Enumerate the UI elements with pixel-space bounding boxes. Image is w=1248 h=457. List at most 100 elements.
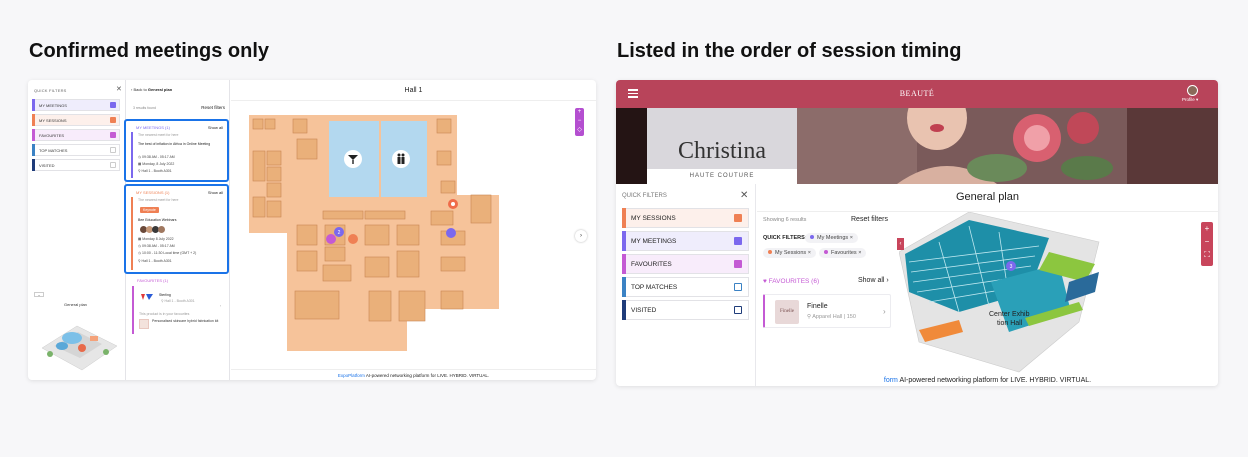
show-all-link[interactable]: Show all (208, 190, 223, 195)
favourites-title: ♥ FAVOURITES (6) (763, 278, 820, 285)
meeting-time-text: 09:38 AM - 05:17 AM (142, 155, 175, 159)
chevron-right-icon[interactable]: › (220, 304, 221, 308)
zoom-controls[interactable]: + − ◇ (575, 108, 584, 136)
finelle-logo: Finelle (775, 300, 799, 324)
chip-label: My Sessions (775, 250, 807, 256)
filter-label: TOP MATCHES (39, 147, 68, 153)
right-heading: Listed in the order of session timing (617, 40, 962, 62)
meeting-date: ▦ Monday, 8 July 2022 (138, 162, 175, 166)
checkbox-checked-icon[interactable] (734, 214, 742, 222)
filter-label: MY SESSIONS (39, 117, 67, 123)
favourite-note: This product is in your favourites (139, 312, 190, 316)
filter-visited[interactable]: VISITED (32, 159, 120, 171)
results-list: ‹ Back to General plan 3 results found R… (124, 80, 230, 380)
reset-filters-button[interactable]: Reset filters (851, 216, 888, 223)
profile-label: Profile (1182, 97, 1195, 102)
filter-top-matches[interactable]: TOP MATCHES (622, 277, 749, 297)
quick-filters-title: QUICK FILTERS (34, 88, 67, 93)
brand-logo[interactable]: BEAUTÉ (616, 89, 1218, 98)
filter-my-meetings[interactable]: MY MEETINGS (622, 231, 749, 251)
top-app-bar: BEAUTÉ Profile ▾ (616, 80, 1218, 108)
chevron-right-icon[interactable]: › (575, 230, 587, 242)
filter-label: FAVOURITES (39, 132, 65, 138)
filter-favourites[interactable]: FAVOURITES (622, 254, 749, 274)
general-plan-title: General plan (956, 191, 1019, 203)
filter-label: VISITED (631, 306, 657, 314)
hall-map-area: Hall 1 2 + − ◇ › ExpoPlatform AI-powered… (231, 80, 596, 380)
hall-title: Hall 1 (404, 87, 423, 94)
hall-floor-plan[interactable]: 2 (231, 101, 596, 369)
checkbox-checked-icon[interactable] (734, 260, 742, 268)
chip-my-sessions[interactable]: My Sessions × (763, 248, 816, 258)
close-icon[interactable]: ✕ (740, 190, 748, 201)
isometric-floor-plan[interactable]: 3 Center Exhib tion Hall (899, 212, 1218, 376)
platform-footer: ExpoPlatform AI-powered networking platf… (231, 369, 596, 380)
session-title[interactable]: Bee Education Webinars (138, 218, 176, 222)
close-icon[interactable]: ✕ (116, 85, 122, 93)
chip-label: Favourites (831, 250, 857, 256)
filter-top-matches[interactable]: TOP MATCHES (32, 144, 120, 156)
banner-subtitle: HAUTE COUTURE (689, 173, 755, 179)
filter-favourites[interactable]: FAVOURITES (32, 129, 120, 141)
filter-label: MY MEETINGS (631, 237, 677, 245)
zoom-controls[interactable]: + − ⛶ (1201, 222, 1213, 266)
collapse-button[interactable]: ⌄ (34, 292, 44, 297)
platform-footer: form AI-powered networking platform for … (757, 376, 1218, 386)
favourites-title: FAVOURITES (1) (137, 278, 169, 283)
meeting-time: ◷ 09:38 AM - 05:17 AM (138, 155, 175, 159)
avatar[interactable] (1187, 85, 1198, 96)
my-meetings-section: MY MEETINGS (1) Show all The nearest mee… (124, 119, 229, 182)
show-all-label: Show all (858, 277, 885, 284)
reset-filters-button[interactable]: Reset filters (201, 105, 225, 110)
filter-label: TOP MATCHES (631, 283, 678, 291)
favourite-company[interactable]: Sterling (159, 293, 171, 297)
checkbox-checked-icon[interactable] (110, 117, 116, 123)
banner-image (797, 108, 1218, 184)
meeting-note: The nearest meet for here (138, 133, 179, 137)
filter-visited[interactable]: VISITED (622, 300, 749, 320)
banner-title: Christina (678, 138, 766, 164)
svg-text:3: 3 (1010, 264, 1013, 270)
chip-favourites[interactable]: Favourites × (819, 248, 867, 258)
session-date-text: Monday 8 July 2022 (142, 237, 174, 241)
collapse-button[interactable]: ‹ (897, 238, 904, 250)
session-location-text: Hall 1 - Booth A301 (141, 259, 172, 263)
checkbox-unchecked-icon[interactable] (110, 162, 116, 168)
meeting-title[interactable]: The best of inflation in Africa in Onlin… (138, 142, 218, 146)
filter-my-meetings[interactable]: MY MEETINGS (32, 99, 120, 111)
checkbox-checked-icon[interactable] (110, 132, 116, 138)
general-plan-thumbnail[interactable] (32, 308, 122, 374)
checkbox-unchecked-icon[interactable] (734, 283, 742, 291)
checkbox-checked-icon[interactable] (110, 102, 116, 108)
favourite-card[interactable]: Finelle Finelle ⚲ Apparel Hall | 150 › (763, 294, 891, 328)
session-tag: Keynote (140, 207, 159, 213)
meeting-location-text: Hall 1 - Booth A301 (141, 169, 172, 173)
expoplatform-logo[interactable]: ExpoPlatform (338, 373, 365, 378)
chevron-right-icon[interactable]: › (883, 307, 886, 316)
session-date: ▦ Monday 8 July 2022 (138, 237, 174, 241)
profile-menu[interactable]: Profile ▾ (1182, 97, 1198, 103)
session-time: ◷ 09:38 AM - 05:17 AM (138, 244, 175, 248)
quick-filters-panel: QUICK FILTERS ✕ MY MEETINGS MY SESSIONS … (28, 80, 126, 380)
back-link[interactable]: ‹ Back to General plan (131, 87, 172, 92)
checkbox-checked-icon[interactable] (734, 237, 742, 245)
right-screenshot: BEAUTÉ Profile ▾ Christina HAUTE COUTURE… (616, 80, 1218, 386)
session-local-time-text: 10:00 - 11:30 Local time (GMT + 2) (142, 251, 197, 255)
back-link-target: General plan (147, 87, 173, 92)
show-all-link[interactable]: Show all (208, 125, 223, 130)
favourite-product[interactable]: Personalised skincare hybrid fabrication… (152, 319, 222, 323)
my-sessions-section: MY SESSIONS (1) Show all The nearest mee… (124, 184, 229, 274)
filter-my-sessions[interactable]: MY SESSIONS (622, 208, 749, 228)
general-plan-label: General plan (64, 302, 87, 307)
show-all-link[interactable]: Show all › (858, 277, 889, 284)
checkbox-unchecked-icon[interactable] (110, 147, 116, 153)
section-title: MY SESSIONS (1) (136, 190, 170, 195)
session-note: The nearest meet for here (138, 198, 179, 202)
expoplatform-logo[interactable]: form (884, 377, 898, 384)
filter-my-sessions[interactable]: MY SESSIONS (32, 114, 120, 126)
svg-text:2: 2 (338, 230, 341, 236)
checkbox-unchecked-icon[interactable] (734, 306, 742, 314)
chip-my-meetings[interactable]: My Meetings × (805, 233, 858, 243)
back-prefix: Back to (133, 87, 147, 92)
chip-label: My Meetings (817, 235, 849, 241)
